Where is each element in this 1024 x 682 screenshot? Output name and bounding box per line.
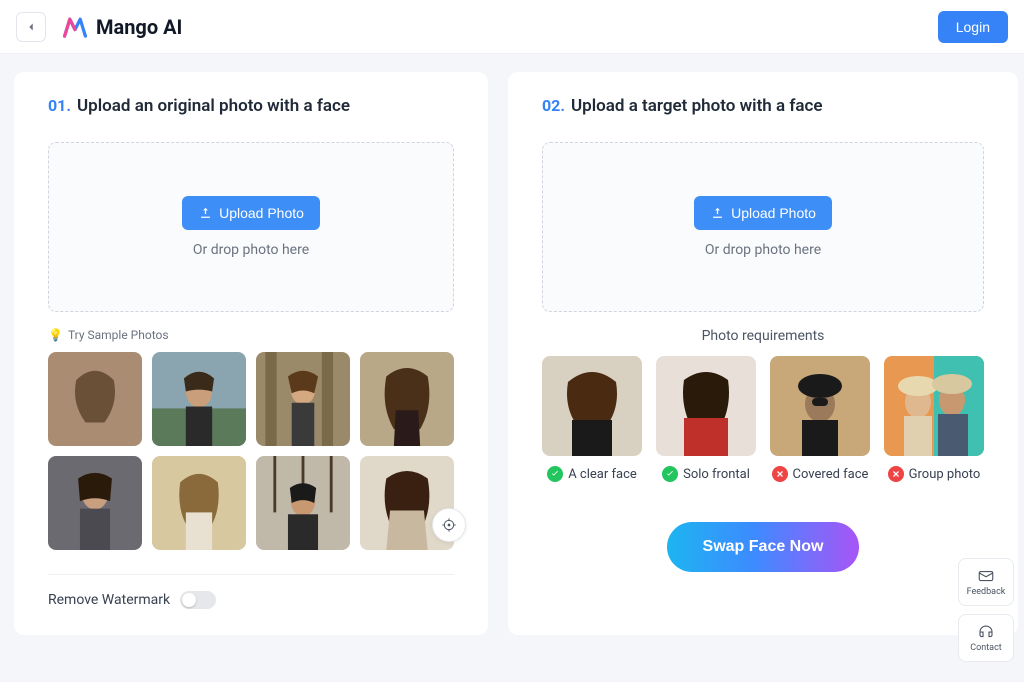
requirement-caption: A clear face [547,466,637,482]
sample-label-text: Try Sample Photos [68,328,169,342]
requirement-caption: Solo frontal [662,466,750,482]
requirement-item: Group photo [884,356,984,482]
requirement-item: A clear face [542,356,642,482]
main-content: 01. Upload an original photo with a face… [0,54,1024,653]
swap-face-button[interactable]: Swap Face Now [667,522,860,572]
feedback-widget[interactable]: Feedback [958,558,1014,606]
drop-hint: Or drop photo here [705,242,821,258]
sample-photo[interactable] [152,352,246,446]
upload-photo-button-original[interactable]: Upload Photo [182,196,320,230]
sample-photos-label: 💡 Try Sample Photos [48,328,454,342]
panel-title: 02. Upload a target photo with a face [542,96,984,116]
cross-icon [772,466,788,482]
step-number: 01. [48,96,71,115]
requirement-image [884,356,984,456]
widget-label: Feedback [967,587,1006,597]
mail-icon [977,567,995,585]
requirement-text: Solo frontal [683,467,750,482]
chevron-left-icon [24,20,38,34]
upload-icon [198,206,213,221]
logo-icon [62,14,88,40]
sample-photo[interactable] [256,456,350,550]
requirement-text: Covered face [793,467,869,482]
original-photo-panel: 01. Upload an original photo with a face… [14,72,488,635]
watermark-label: Remove Watermark [48,592,170,608]
cross-icon [888,466,904,482]
drop-hint: Or drop photo here [193,242,309,258]
widget-label: Contact [970,643,1001,653]
bulb-icon: 💡 [48,328,63,342]
sample-photo[interactable] [360,352,454,446]
target-icon [441,517,457,533]
contact-widget[interactable]: Contact [958,614,1014,662]
check-icon [662,466,678,482]
requirement-text: Group photo [909,467,981,482]
watermark-row: Remove Watermark [48,591,454,609]
requirement-image [770,356,870,456]
back-button[interactable] [16,12,46,42]
requirement-caption: Group photo [888,466,981,482]
sample-photos-grid [48,352,454,550]
upload-dropzone-original[interactable]: Upload Photo Or drop photo here [48,142,454,312]
target-photo-panel: 02. Upload a target photo with a face Up… [508,72,1018,635]
side-widgets: Feedback Contact [958,558,1014,662]
sample-photo[interactable] [48,456,142,550]
panel-title: 01. Upload an original photo with a face [48,96,454,116]
requirement-caption: Covered face [772,466,869,482]
upload-dropzone-target[interactable]: Upload Photo Or drop photo here [542,142,984,312]
brand-logo[interactable]: Mango AI [62,14,182,40]
requirements-label: Photo requirements [542,328,984,344]
upload-photo-button-target[interactable]: Upload Photo [694,196,832,230]
locate-button[interactable] [432,508,466,542]
sample-photo[interactable] [48,352,142,446]
upload-btn-label: Upload Photo [731,205,816,221]
requirement-image [656,356,756,456]
requirements-grid: A clear face Solo frontal Covered face G… [542,356,984,482]
step-title: Upload an original photo with a face [77,96,350,116]
requirement-item: Covered face [770,356,870,482]
check-icon [547,466,563,482]
watermark-toggle[interactable] [180,591,216,609]
step-number: 02. [542,96,565,115]
headset-icon [977,623,995,641]
app-header: Mango AI Login [0,0,1024,54]
sample-photo[interactable] [152,456,246,550]
upload-btn-label: Upload Photo [219,205,304,221]
login-button[interactable]: Login [938,11,1008,43]
sample-photo[interactable] [256,352,350,446]
brand-name: Mango AI [96,15,182,39]
step-title: Upload a target photo with a face [571,96,823,116]
upload-icon [710,206,725,221]
requirement-image [542,356,642,456]
requirement-item: Solo frontal [656,356,756,482]
divider [48,574,454,575]
requirement-text: A clear face [568,467,637,482]
